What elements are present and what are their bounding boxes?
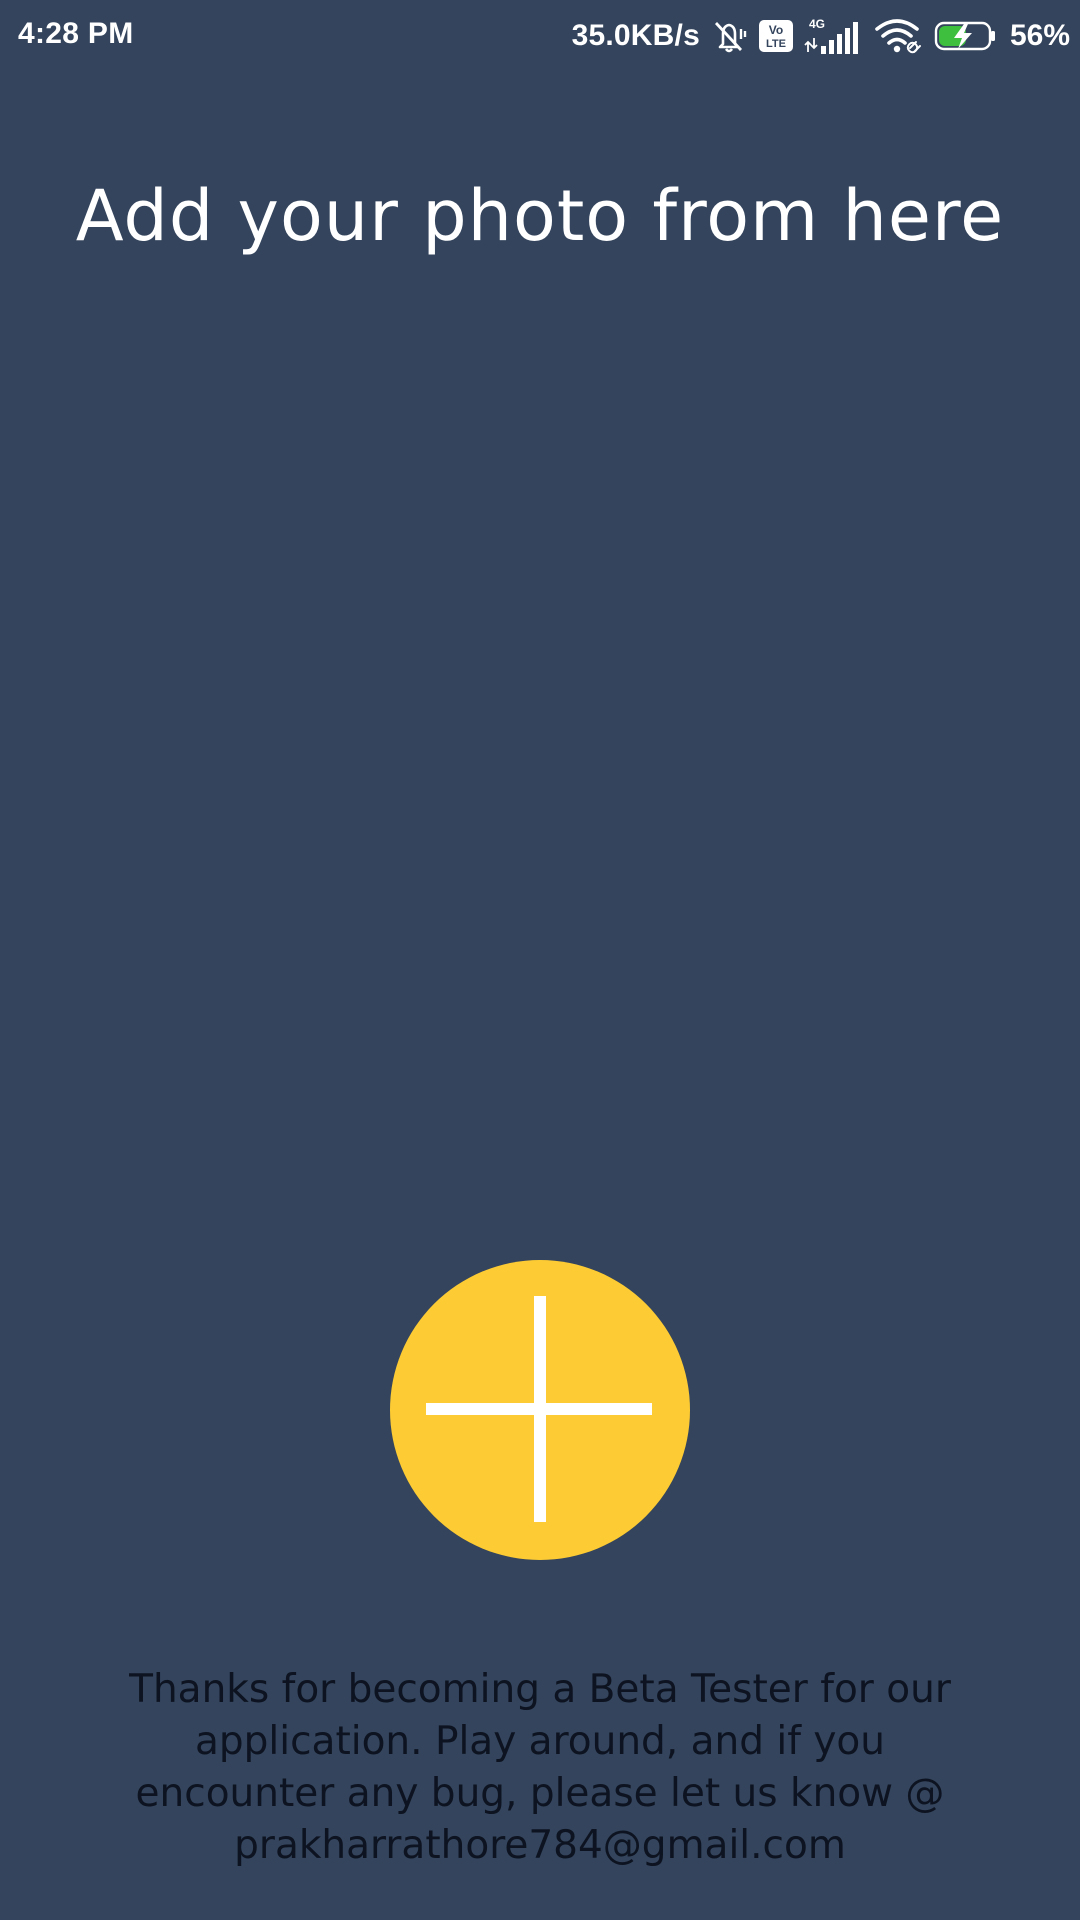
status-bar: 4:28 PM 35.0KB/s Vo LTE 4G 56%: [0, 0, 1080, 72]
network-speed: 35.0KB/s: [571, 19, 700, 52]
network-type-label: 4G: [809, 17, 825, 31]
vibrate-icon: [710, 17, 748, 55]
status-icons: 35.0KB/s Vo LTE 4G 56%: [572, 14, 1070, 58]
battery-charging-icon: [934, 19, 998, 53]
volte-icon: Vo LTE: [758, 19, 794, 53]
page-title: Add your photo from here: [75, 175, 1005, 257]
volte-bottom-label: LTE: [766, 38, 786, 50]
status-time: 4:28 PM: [18, 17, 134, 50]
plus-icon: [426, 1296, 652, 1522]
signal-icon: 4G: [804, 16, 864, 56]
battery-percent: 56%: [1009, 19, 1070, 52]
wifi-icon: [874, 16, 924, 56]
volte-top-label: Vo: [769, 23, 783, 37]
add-photo-button[interactable]: [390, 1260, 690, 1560]
beta-tester-message: Thanks for becoming a Beta Tester for ou…: [129, 1667, 951, 1868]
